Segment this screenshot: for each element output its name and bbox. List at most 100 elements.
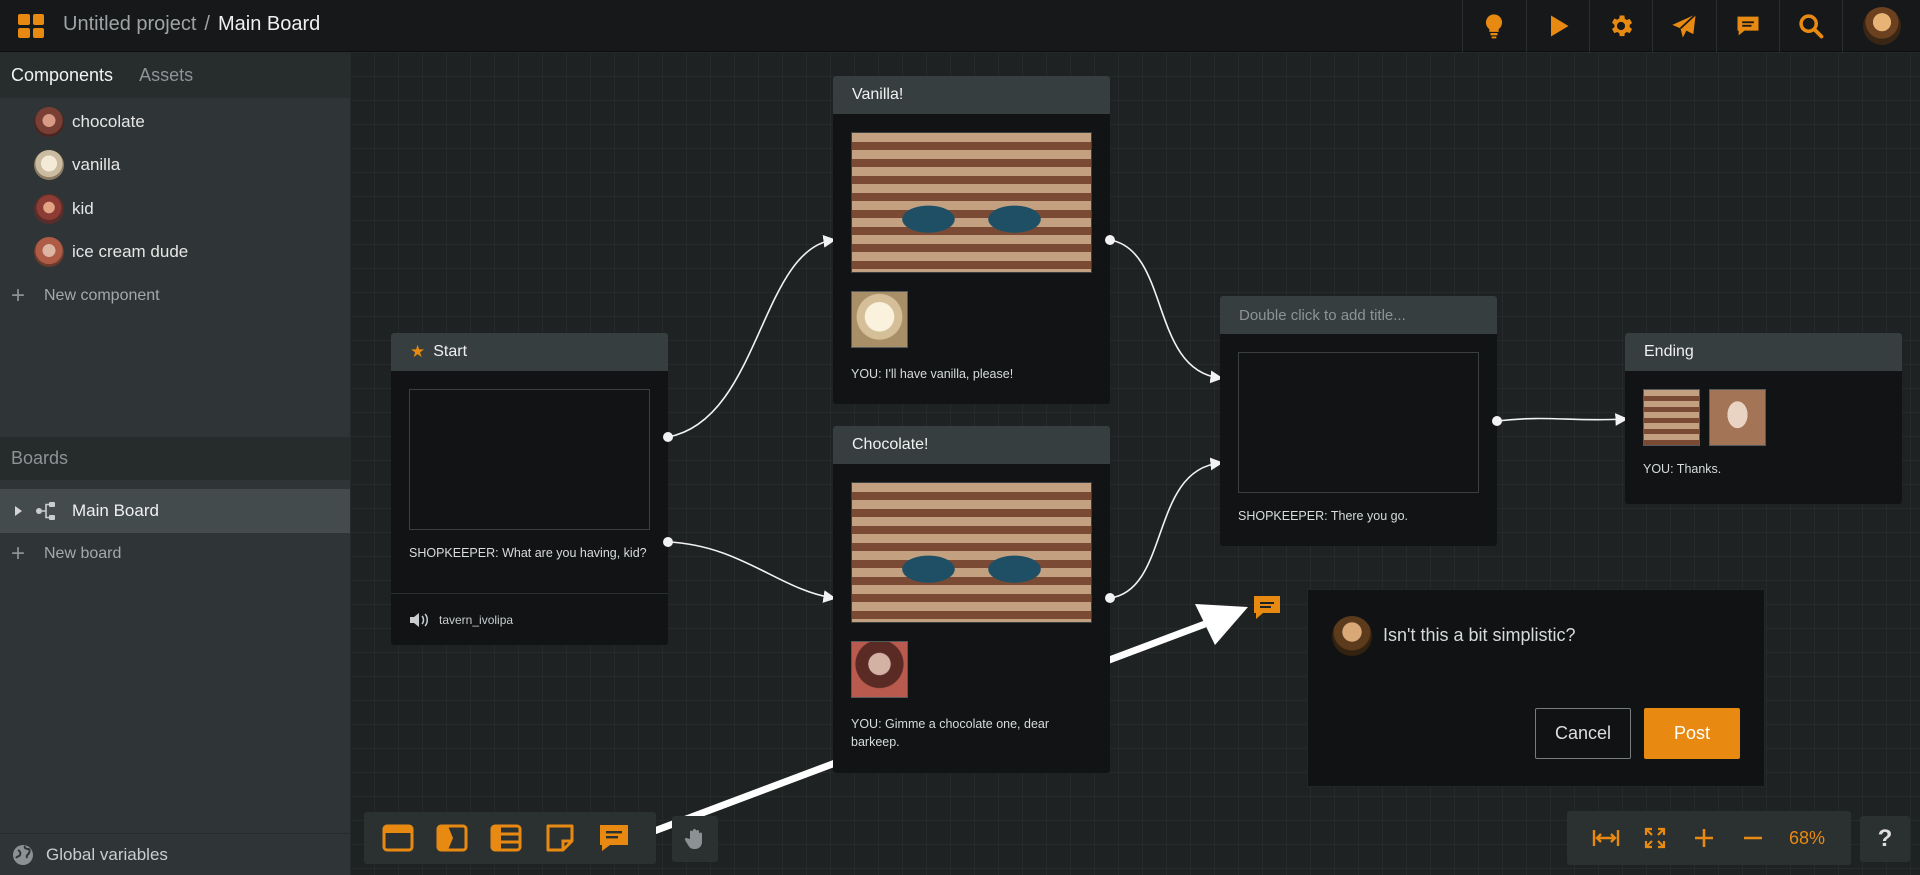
new-board-button[interactable]: + New board xyxy=(0,532,350,575)
component-item-chocolate[interactable]: chocolate xyxy=(0,100,350,144)
pan-tool-button[interactable] xyxy=(672,816,718,862)
play-icon xyxy=(1551,15,1569,37)
fit-width-button[interactable] xyxy=(1589,821,1623,855)
component-label: vanilla xyxy=(72,155,121,175)
node-vanilla[interactable]: Vanilla! YOU: I'll have vanilla, please! xyxy=(833,76,1110,404)
tab-assets[interactable]: Assets xyxy=(139,65,193,86)
star-icon: ★ xyxy=(410,342,426,361)
hand-icon xyxy=(684,829,702,849)
node-dialogue-text: SHOPKEEPER: What are you having, kid? xyxy=(409,546,647,560)
fit-screen-button[interactable] xyxy=(1638,821,1672,855)
node-audio-row: tavern_ivolipa xyxy=(391,593,668,645)
share-button[interactable] xyxy=(1652,0,1715,52)
audio-file-name: tavern_ivolipa xyxy=(439,612,514,627)
node-dialogue-text: YOU: Thanks. xyxy=(1643,462,1722,476)
output-port[interactable] xyxy=(1105,235,1115,245)
zoom-out-button[interactable] xyxy=(1736,821,1770,855)
node-dialogue-text: YOU: Gimme a chocolate one, dear barkeep… xyxy=(851,717,1050,750)
comment-input[interactable] xyxy=(1383,618,1743,652)
cancel-button[interactable]: Cancel xyxy=(1535,708,1631,759)
board-name[interactable]: Main Board xyxy=(218,13,320,35)
node-palette xyxy=(364,812,656,864)
add-list-tool[interactable] xyxy=(488,820,524,856)
search-button[interactable] xyxy=(1779,0,1842,52)
settings-button[interactable] xyxy=(1589,0,1652,52)
tips-button[interactable] xyxy=(1462,0,1525,52)
output-port[interactable] xyxy=(663,537,673,547)
post-button[interactable]: Post xyxy=(1644,708,1740,759)
top-bar: Untitled project / Main Board xyxy=(0,0,1920,52)
node-image xyxy=(409,389,650,530)
comment-popup: Cancel Post xyxy=(1307,589,1765,787)
character-thumbnail xyxy=(851,291,908,348)
chevron-right-icon[interactable] xyxy=(15,506,22,516)
global-variables-button[interactable]: Global variables xyxy=(0,833,350,875)
zoom-controls: 68% xyxy=(1567,811,1851,865)
board-tree-icon xyxy=(36,502,55,520)
boards-heading: Boards xyxy=(0,437,350,480)
zoom-in-button[interactable] xyxy=(1687,821,1721,855)
add-note-tool[interactable] xyxy=(542,820,578,856)
node-image xyxy=(851,482,1092,623)
plus-icon xyxy=(1695,829,1713,847)
component-item-ice-cream-dude[interactable]: ice cream dude xyxy=(0,231,350,275)
avatar xyxy=(34,150,64,181)
sidebar-tabs: Components Assets xyxy=(0,52,350,98)
comment-icon xyxy=(1737,16,1759,36)
speaker-icon xyxy=(410,612,428,627)
help-button[interactable]: ? xyxy=(1860,816,1910,862)
plus-icon: + xyxy=(11,281,26,309)
node-dialogue-text: YOU: I'll have vanilla, please! xyxy=(851,367,1014,381)
avatar xyxy=(34,193,64,224)
component-item-vanilla[interactable]: vanilla xyxy=(0,144,350,188)
comment-icon xyxy=(1254,596,1280,619)
board-label: Main Board xyxy=(72,501,159,520)
node-image xyxy=(851,132,1092,273)
node-title[interactable]: ★ Start xyxy=(391,333,668,371)
fit-width-icon xyxy=(1592,830,1620,846)
play-button[interactable] xyxy=(1526,0,1589,52)
project-name[interactable]: Untitled project xyxy=(63,13,196,35)
avatar xyxy=(1332,616,1372,656)
add-comment-tool[interactable] xyxy=(596,820,632,856)
app-menu-icon[interactable] xyxy=(18,14,44,38)
avatar xyxy=(1862,7,1901,45)
node-title[interactable]: Vanilla! xyxy=(833,76,1110,114)
tab-components[interactable]: Components xyxy=(11,65,113,86)
window-icon xyxy=(382,824,414,852)
add-node-tool[interactable] xyxy=(380,820,416,856)
sidebar: Components Assets chocolate vanilla kid … xyxy=(0,52,350,875)
account-button[interactable] xyxy=(1842,0,1920,52)
character-thumbnail xyxy=(1709,389,1766,446)
node-title[interactable]: Ending xyxy=(1625,333,1902,371)
zoom-level[interactable]: 68% xyxy=(1789,828,1825,849)
component-label: kid xyxy=(72,198,94,218)
node-image xyxy=(1238,352,1479,493)
lightbulb-icon xyxy=(1485,14,1503,39)
new-component-button[interactable]: + New component xyxy=(0,274,350,317)
component-label: ice cream dude xyxy=(72,242,189,262)
plus-icon: + xyxy=(11,539,26,567)
output-port[interactable] xyxy=(663,432,673,442)
node-start[interactable]: ★ Start SHOPKEEPER: What are you having,… xyxy=(391,333,668,645)
avatar xyxy=(34,237,64,268)
node-title-placeholder[interactable]: Double click to add title... xyxy=(1220,296,1497,334)
search-icon xyxy=(1799,14,1824,39)
component-label: chocolate xyxy=(72,111,145,131)
list-node-icon xyxy=(490,824,522,852)
breadcrumb: Untitled project / Main Board xyxy=(63,13,321,35)
globe-icon xyxy=(13,844,33,865)
sidebar-item-main-board[interactable]: Main Board xyxy=(0,489,350,533)
node-ending[interactable]: Ending YOU: Thanks. xyxy=(1625,333,1902,504)
output-port[interactable] xyxy=(1492,416,1502,426)
node-chocolate[interactable]: Chocolate! YOU: Gimme a chocolate one, d… xyxy=(833,426,1110,773)
comment-pin[interactable] xyxy=(1252,594,1282,622)
expand-icon xyxy=(1644,827,1666,849)
node-untitled[interactable]: Double click to add title... SHOPKEEPER:… xyxy=(1220,296,1497,546)
component-item-kid[interactable]: kid xyxy=(0,187,350,231)
output-port[interactable] xyxy=(1105,593,1115,603)
node-title[interactable]: Chocolate! xyxy=(833,426,1110,464)
add-branch-tool[interactable] xyxy=(434,820,470,856)
comments-button[interactable] xyxy=(1716,0,1779,52)
gear-icon xyxy=(1612,15,1633,37)
